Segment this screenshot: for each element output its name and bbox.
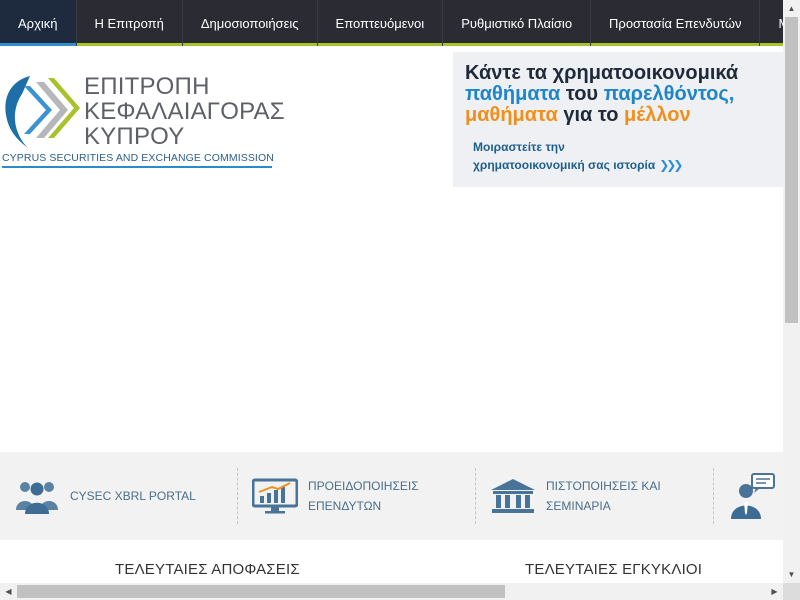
nav-item-registries[interactable]: Μητρώα <box>760 0 783 46</box>
horizontal-scrollbar[interactable]: ◀ ▶ <box>0 583 783 600</box>
latest-circulars-heading: ΤΕΛΕΥΤΑΙΕΣ ΕΓΚΥΚΛΙΟΙ <box>525 561 703 578</box>
quicklink-investor-warnings[interactable]: ΠΡΟΕΙΔΟΠΟΙΗΣΕΙΣ ΕΠΕΝΔΥΤΩΝ <box>252 466 419 526</box>
logo-greek-text: ΕΠΙΤΡΟΠΗ ΚΕΦΑΛΑΙΑΓΟΡΑΣ ΚΥΠΡΟΥ <box>84 74 285 149</box>
quick-links-strip: CYSEC XBRL PORTAL ΠΡΟΕΙΔΟΠΟΙΗΣΕΙΣ ΕΠΕΝΔΥ… <box>0 452 783 540</box>
logo-underline <box>2 166 272 168</box>
quicklink-certifications-label: ΠΙΣΤΟΠΟΙΗΣΕΙΣ ΚΑΙ ΣΕΜΙΝΑΡΙΑ <box>546 476 661 516</box>
banner-word-for-the: για το <box>557 104 624 126</box>
quicklink-support[interactable] <box>728 466 776 526</box>
banner-word-past: παρελθόντος, <box>603 83 735 105</box>
financial-story-banner[interactable]: Κάντε τα χρηματοοικονομικά παθήματα του … <box>453 52 783 187</box>
banner-cta-link[interactable]: Μοιραστείτε την χρηματοοικονομική σας ισ… <box>473 138 683 174</box>
support-person-icon <box>731 473 775 519</box>
nav-item-investor-protection[interactable]: Προστασία Επενδυτών <box>591 0 761 46</box>
chart-monitor-icon <box>252 478 298 514</box>
banner-word-of-the: του <box>560 83 604 105</box>
scroll-right-arrow-icon[interactable]: ▶ <box>766 583 783 600</box>
banner-word-mishaps: παθήματα <box>465 83 561 105</box>
banner-word-future: μέλλον <box>624 104 691 126</box>
logo-line-2: ΚΕΦΑΛΑΙΑΓΟΡΑΣ <box>84 98 285 125</box>
quicklink-xbrl-portal[interactable]: CYSEC XBRL PORTAL <box>14 466 196 526</box>
nav-item-home[interactable]: Αρχική <box>0 0 77 46</box>
scroll-up-arrow-icon[interactable]: ▲ <box>783 0 800 17</box>
banner-word-lessons: μαθήματα <box>465 104 558 126</box>
main-nav: Αρχική Η Επιτροπή Δημοσιοποιήσεις Εποπτε… <box>0 0 783 46</box>
scroll-left-arrow-icon[interactable]: ◀ <box>0 583 17 600</box>
horizontal-scroll-thumb[interactable] <box>17 585 505 598</box>
nav-item-supervised[interactable]: Εποπτευόμενοι <box>317 0 444 46</box>
quicklink-divider <box>237 468 238 524</box>
nav-item-commission[interactable]: Η Επιτροπή <box>76 0 183 46</box>
latest-decisions-heading: ΤΕΛΕΥΤΑΙΕΣ ΑΠΟΦΑΣΕΙΣ <box>115 561 300 578</box>
chevrons-right-icon: ❯❯❯ <box>659 158 683 172</box>
quicklink-certifications[interactable]: ΠΙΣΤΟΠΟΙΗΣΕΙΣ ΚΑΙ ΣΕΜΙΝΑΡΙΑ <box>490 466 661 526</box>
scrollbar-corner <box>783 583 800 600</box>
banner-cta-line-1: Μοιραστείτε την <box>473 140 565 154</box>
vertical-scrollbar[interactable]: ▲ ▼ <box>783 0 800 583</box>
banner-headline-line-2: παθήματα του παρελθόντος, <box>465 83 734 106</box>
quicklink-warnings-label: ΠΡΟΕΙΔΟΠΟΙΗΣΕΙΣ ΕΠΕΝΔΥΤΩΝ <box>308 476 419 516</box>
cysec-logo-icon <box>5 76 80 148</box>
logo-line-3: ΚΥΠΡΟΥ <box>84 123 185 150</box>
nav-item-regulatory-framework[interactable]: Ρυθμιστικό Πλαίσιο <box>443 0 592 46</box>
quicklink-divider <box>475 468 476 524</box>
banner-cta-line-2: χρηματοοικονομική σας ιστορία <box>473 158 656 172</box>
quicklink-warnings-label-2: ΕΠΕΝΔΥΤΩΝ <box>308 499 382 513</box>
page: Αρχική Η Επιτροπή Δημοσιοποιήσεις Εποπτε… <box>0 0 783 583</box>
quicklink-divider <box>713 468 714 524</box>
banner-headline-line-1: Κάντε τα χρηματοοικονομικά <box>465 62 739 84</box>
institution-icon <box>491 479 535 513</box>
logo-line-1: ΕΠΙΤΡΟΠΗ <box>84 73 210 100</box>
site-logo[interactable]: ΕΠΙΤΡΟΠΗ ΚΕΦΑΛΑΙΑΓΟΡΑΣ ΚΥΠΡΟΥ CYPRUS SEC… <box>0 66 285 170</box>
logo-english-text: CYPRUS SECURITIES AND EXCHANGE COMMISSIO… <box>2 152 274 164</box>
banner-headline-line-3: μαθήματα για το μέλλον <box>465 104 691 127</box>
nav-item-publications[interactable]: Δημοσιοποιήσεις <box>182 0 318 46</box>
people-icon <box>16 482 58 514</box>
quicklink-certifications-label-2: ΣΕΜΙΝΑΡΙΑ <box>546 499 611 513</box>
scroll-down-arrow-icon[interactable]: ▼ <box>783 566 800 583</box>
quicklink-warnings-label-1: ΠΡΟΕΙΔΟΠΟΙΗΣΕΙΣ <box>308 479 419 493</box>
quicklink-xbrl-label: CYSEC XBRL PORTAL <box>70 489 196 503</box>
browser-viewport: Αρχική Η Επιτροπή Δημοσιοποιήσεις Εποπτε… <box>0 0 800 600</box>
quicklink-certifications-label-1: ΠΙΣΤΟΠΟΙΗΣΕΙΣ ΚΑΙ <box>546 479 661 493</box>
vertical-scroll-thumb[interactable] <box>785 17 798 323</box>
